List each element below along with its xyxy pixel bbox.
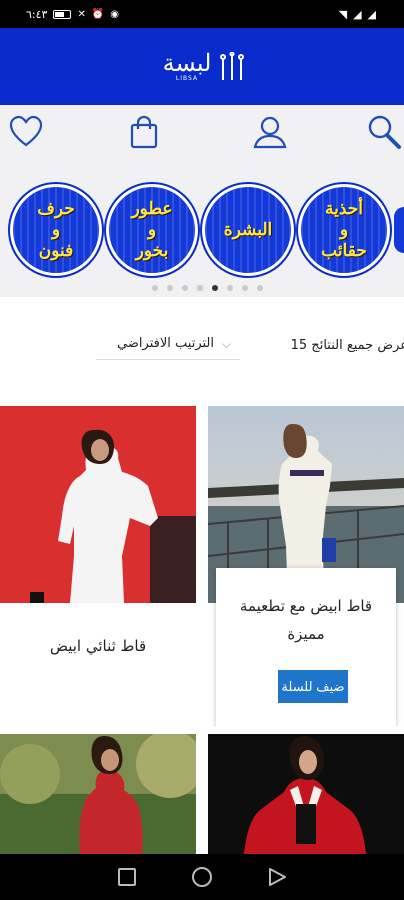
category-label: عطور و بخور xyxy=(131,198,173,261)
back-triangle-icon[interactable] xyxy=(267,867,287,887)
heart-icon[interactable] xyxy=(8,114,44,150)
carousel-dot[interactable] xyxy=(242,285,248,291)
orderby-selected-label: الترتيب الافتراضي xyxy=(117,336,214,351)
product-name[interactable]: قاط ثنائي ابيض xyxy=(0,632,196,660)
product-image[interactable] xyxy=(0,406,196,603)
alarm-icon: ⏰ xyxy=(91,8,105,20)
product-card[interactable]: قاط ابيض مع تطعيمة مميزة ضيف للسلة xyxy=(208,406,404,726)
brand-name: لبسة xyxy=(162,49,212,77)
brand-sub: LIBSA xyxy=(175,75,199,82)
status-bar: ٦:٤٣ ✕ ⏰ ◉ ◥ ◢ ◢ xyxy=(0,0,404,28)
wifi-icon: ◥ xyxy=(338,7,348,21)
hanger-logo-icon xyxy=(220,51,245,80)
carousel-dots xyxy=(152,285,263,291)
carousel-dot[interactable] xyxy=(152,285,158,291)
eye-icon: ◉ xyxy=(110,8,120,20)
carousel-dot[interactable] xyxy=(182,285,188,291)
category-perfumes[interactable]: عطور و بخور xyxy=(106,184,198,276)
site-header: لبسة LIBSA xyxy=(0,28,404,105)
search-icon[interactable] xyxy=(366,114,402,150)
product-image[interactable] xyxy=(208,734,404,854)
recents-square-icon[interactable] xyxy=(117,867,137,887)
home-circle-icon[interactable] xyxy=(191,866,213,888)
carousel-dot[interactable] xyxy=(227,285,233,291)
carousel-dot[interactable] xyxy=(197,285,203,291)
brand-text-block: لبسة LIBSA xyxy=(163,51,212,82)
product-name[interactable]: قاط ابيض مع تطعيمة مميزة xyxy=(216,592,396,648)
status-left: ٦:٤٣ ✕ ⏰ ◉ xyxy=(26,8,119,21)
category-crafts[interactable]: حرف و فنون xyxy=(10,184,102,276)
carousel-dot[interactable] xyxy=(257,285,263,291)
orderby-select[interactable]: ⌵ الترتيب الافتراضي xyxy=(96,330,240,360)
carousel-dot-active[interactable] xyxy=(212,285,218,291)
product-card[interactable]: قاط ثنائي ابيض xyxy=(0,406,196,706)
icon-bar xyxy=(0,105,404,157)
results-count: عرض جميع النتائج 15 xyxy=(290,338,404,353)
product-image[interactable] xyxy=(0,734,196,854)
user-icon[interactable] xyxy=(252,114,288,150)
battery-icon xyxy=(53,9,72,19)
status-right: ◥ ◢ ◢ xyxy=(339,8,376,21)
app-screen: ٦:٤٣ ✕ ⏰ ◉ ◥ ◢ ◢ لبسة LIBSA حرف و فنون ع… xyxy=(0,0,404,900)
product-card[interactable] xyxy=(208,734,404,854)
carousel-dot[interactable] xyxy=(167,285,173,291)
product-card[interactable] xyxy=(0,734,196,854)
category-label: البشرة xyxy=(223,219,273,240)
brand-logo[interactable]: لبسة LIBSA xyxy=(163,51,246,82)
category-shoes-bags[interactable]: أحذية و حقائب xyxy=(298,184,390,276)
category-carousel[interactable]: حرف و فنون عطور و بخور البشرة أحذية و حق… xyxy=(0,157,404,297)
add-to-cart-button[interactable]: ضيف للسلة xyxy=(278,670,348,703)
shopping-bag-icon[interactable] xyxy=(126,114,162,150)
product-hover-panel: قاط ابيض مع تطعيمة مميزة ضيف للسلة xyxy=(216,568,396,726)
chevron-down-icon: ⌵ xyxy=(222,337,232,351)
category-label: أحذية و حقائب xyxy=(321,198,367,261)
status-time: ٦:٤٣ xyxy=(26,7,48,21)
sort-row: ⌵ الترتيب الافتراضي عرض جميع النتائج 15 xyxy=(0,330,404,362)
category-next-peek xyxy=(394,207,404,253)
system-nav-bar xyxy=(0,854,404,900)
category-label: حرف و فنون xyxy=(37,198,75,261)
category-skin[interactable]: البشرة xyxy=(202,184,294,276)
signal-icon-2: ◢ xyxy=(367,7,376,21)
mute-icon: ✕ xyxy=(77,8,86,20)
signal-icon: ◢ xyxy=(353,7,362,21)
